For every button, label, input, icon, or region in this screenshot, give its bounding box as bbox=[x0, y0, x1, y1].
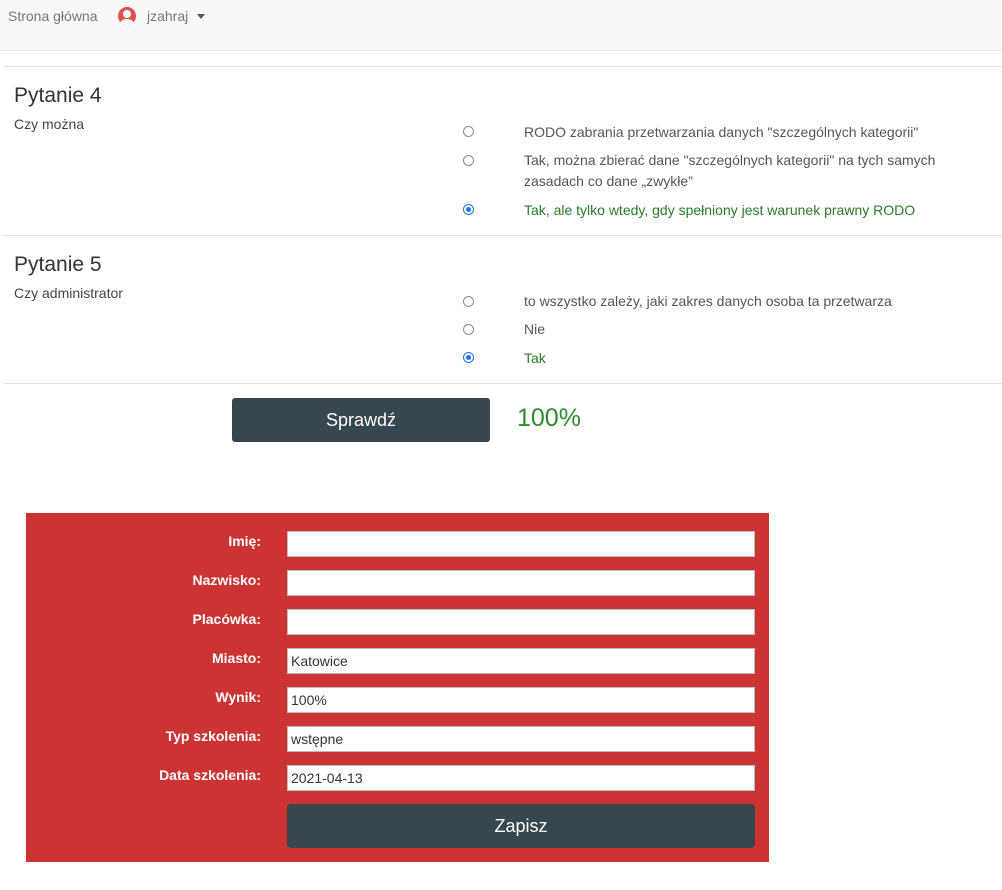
last-name-label: Nazwisko: bbox=[192, 572, 261, 588]
facility-label: Placówka: bbox=[192, 611, 261, 627]
result-field[interactable] bbox=[287, 687, 755, 713]
last-name-field[interactable] bbox=[287, 570, 755, 596]
answer-label[interactable]: RODO zabrania przetwarzania danych "szcz… bbox=[524, 122, 994, 143]
training-date-label: Data szkolenia: bbox=[159, 767, 261, 783]
training-type-label: Typ szkolenia: bbox=[165, 728, 261, 744]
answer-radio-selected[interactable] bbox=[463, 204, 474, 215]
check-button[interactable]: Sprawdź bbox=[232, 398, 490, 442]
result-form-panel: Imię: Nazwisko: Placówka: Miasto: Wynik:… bbox=[26, 513, 769, 862]
answer-label[interactable]: Nie bbox=[524, 319, 994, 340]
caret-down-icon[interactable] bbox=[197, 14, 205, 19]
question-title: Pytanie 4 bbox=[14, 84, 102, 107]
city-label: Miasto: bbox=[212, 650, 261, 666]
answer-label-correct[interactable]: Tak bbox=[524, 348, 994, 369]
answer-radio-selected[interactable] bbox=[463, 352, 474, 363]
answer-label[interactable]: Tak, można zbierać dane "szczególnych ka… bbox=[524, 150, 994, 192]
question-text: Czy administrator bbox=[14, 285, 123, 301]
first-name-label: Imię: bbox=[228, 533, 261, 549]
training-date-field[interactable] bbox=[287, 765, 755, 791]
avatar-body-shape bbox=[120, 19, 134, 25]
city-field[interactable] bbox=[287, 648, 755, 674]
save-button[interactable]: Zapisz bbox=[287, 804, 755, 848]
first-name-field[interactable] bbox=[287, 531, 755, 557]
divider bbox=[4, 235, 1002, 236]
training-type-field[interactable] bbox=[287, 726, 755, 752]
answer-radio[interactable] bbox=[463, 155, 474, 166]
score-result: 100% bbox=[517, 404, 581, 432]
avatar-head-shape bbox=[123, 10, 131, 18]
nav-home-link[interactable]: Strona główna bbox=[8, 8, 98, 24]
answer-label[interactable]: to wszystko zależy, jaki zakres danych o… bbox=[524, 291, 994, 312]
answer-radio[interactable] bbox=[463, 296, 474, 307]
divider bbox=[4, 383, 1002, 384]
question-title: Pytanie 5 bbox=[14, 253, 102, 276]
facility-field[interactable] bbox=[287, 609, 755, 635]
result-label: Wynik: bbox=[215, 689, 261, 705]
divider bbox=[4, 66, 1002, 67]
answer-radio[interactable] bbox=[463, 126, 474, 137]
user-circle-icon[interactable] bbox=[118, 7, 136, 25]
answer-radio[interactable] bbox=[463, 324, 474, 335]
question-text: Czy można bbox=[14, 116, 85, 132]
answer-label-correct[interactable]: Tak, ale tylko wtedy, gdy spełniony jest… bbox=[524, 200, 994, 221]
user-menu-toggle[interactable]: jzahraj bbox=[147, 8, 188, 24]
navbar: Strona główna jzahraj bbox=[0, 0, 1002, 51]
